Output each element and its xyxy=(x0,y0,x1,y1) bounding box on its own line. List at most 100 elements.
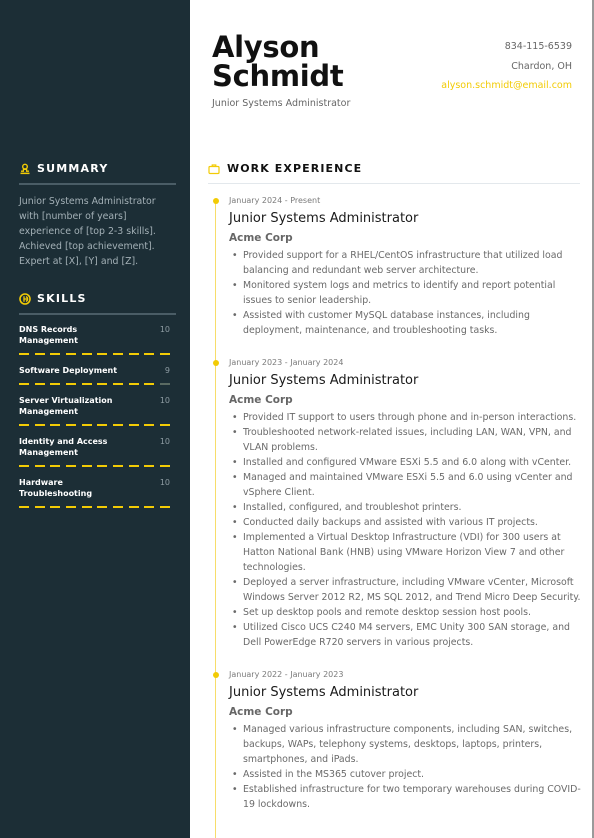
candidate-name: Alyson Schmidt xyxy=(212,33,344,91)
skill-level-segment-filled xyxy=(159,465,170,467)
skill-level-segment-filled xyxy=(128,353,139,355)
skills-badge-icon xyxy=(19,292,31,305)
skill-level-segment-filled xyxy=(144,424,155,426)
email-link[interactable]: alyson.schmidt@email.com xyxy=(441,76,572,96)
skill-name: Identity and Access Management xyxy=(19,437,108,457)
skill-level-segment-filled xyxy=(81,424,92,426)
timeline-dot xyxy=(212,360,219,366)
timeline-dot xyxy=(212,672,219,678)
skills-section-header: SKILLS xyxy=(19,292,176,315)
skill-level-segment-filled xyxy=(97,353,108,355)
skill-level-segment-filled xyxy=(128,424,139,426)
skill-level-segment-filled xyxy=(81,465,92,467)
skill-row: DNS Records Management 10 xyxy=(19,324,170,346)
skill-level-segment-filled xyxy=(19,383,29,385)
location: Chardon, OH xyxy=(511,60,572,72)
skill-row: Server Virtualization Management 10 xyxy=(19,395,170,417)
skill-level-segment-filled xyxy=(112,424,123,426)
job-bullet: Provided support for a RHEL/CentOS infra… xyxy=(232,248,583,278)
skill-level-bar xyxy=(19,383,170,385)
skill-score: 10 xyxy=(159,396,170,405)
skill-level-segment-filled xyxy=(65,353,76,355)
skill-level-segment-filled xyxy=(144,353,155,355)
skill-level-segment-filled xyxy=(65,383,76,385)
skill-item: Hardware Troubleshooting 10 xyxy=(19,477,170,508)
job-bullet: Implemented a Virtual Desktop Infrastruc… xyxy=(232,530,583,575)
skill-level-segment-filled xyxy=(65,424,76,426)
skill-level-segment-filled xyxy=(112,353,123,355)
job-bullets: Provided support for a RHEL/CentOS infra… xyxy=(229,248,584,338)
skill-item: Server Virtualization Management 10 xyxy=(19,395,170,426)
job-bullet: Utilized Cisco UCS C240 M4 servers, EMC … xyxy=(232,620,583,650)
work-experience-header: WORK EXPERIENCE xyxy=(208,162,580,184)
job-bullet: Set up desktop pools and remote desktop … xyxy=(232,605,583,620)
skill-level-segment-filled xyxy=(144,465,155,467)
job-company: Acme Corp xyxy=(229,232,293,244)
user-icon xyxy=(20,163,30,174)
skill-level-segment-filled xyxy=(144,383,155,385)
job-bullets: Provided IT support to users through pho… xyxy=(229,410,584,650)
job-title: Junior Systems Administrator xyxy=(229,373,419,388)
skill-level-segment-filled xyxy=(159,424,170,426)
skill-item: DNS Records Management 10 xyxy=(19,324,170,355)
job-entry: January 2023 - January 2024 Junior System… xyxy=(212,357,584,650)
skill-level-segment-filled xyxy=(112,506,123,508)
skill-level-segment-filled xyxy=(19,506,29,508)
skill-level-segment-filled xyxy=(128,465,139,467)
job-bullet: Installed and configured VMware ESXi 5.5… xyxy=(232,455,583,470)
work-experience-title: WORK EXPERIENCE xyxy=(227,162,363,175)
job-title: Junior Systems Administrator xyxy=(229,211,419,226)
skill-level-bar xyxy=(19,424,170,426)
job-bullet: Assisted in the MS365 cutover project. xyxy=(232,767,583,782)
skill-level-segment-filled xyxy=(50,383,61,385)
skill-level-segment-filled xyxy=(97,424,108,426)
job-title: Junior Systems Administrator xyxy=(229,685,419,700)
skill-level-bar xyxy=(19,465,170,467)
skill-row: Software Deployment 9 xyxy=(19,365,170,376)
job-bullet: Installed, configured, and troubleshot p… xyxy=(232,500,583,515)
skill-score: 10 xyxy=(159,437,170,446)
job-bullet: Managed and maintained VMware ESXi 5.5 a… xyxy=(232,470,583,500)
skill-row: Identity and Access Management 10 xyxy=(19,436,170,458)
skill-item: Identity and Access Management 10 xyxy=(19,436,170,467)
job-bullet: Assisted with customer MySQL database in… xyxy=(232,308,583,338)
skill-name: DNS Records Management xyxy=(19,325,78,345)
skill-level-segment-filled xyxy=(19,465,29,467)
skill-level-bar xyxy=(19,353,170,355)
job-date: January 2022 - January 2023 xyxy=(229,670,344,679)
job-bullet: Managed various infrastructure component… xyxy=(232,722,583,767)
skill-level-segment-filled xyxy=(34,465,45,467)
skill-level-segment-filled xyxy=(81,383,92,385)
job-bullet: Conducted daily backups and assisted wit… xyxy=(232,515,583,530)
skill-level-segment-filled xyxy=(65,465,76,467)
skill-level-segment-filled xyxy=(128,383,139,385)
skill-level-segment-filled xyxy=(112,465,123,467)
skill-score: 9 xyxy=(164,366,170,375)
skill-level-segment-filled xyxy=(97,506,108,508)
summary-section-header: SUMMARY xyxy=(19,162,176,185)
timeline-dot xyxy=(212,198,219,204)
skill-name: Server Virtualization Management xyxy=(19,396,113,416)
job-bullet: Deployed a server infrastructure, includ… xyxy=(232,575,583,605)
skills-list: DNS Records Management 10 Software Deploym… xyxy=(19,324,170,518)
skill-level-segment-filled xyxy=(19,353,29,355)
skill-score: 10 xyxy=(159,478,170,487)
job-bullet: Established infrastructure for two tempo… xyxy=(232,782,583,812)
skill-level-segment-filled xyxy=(65,506,76,508)
job-entry: January 2022 - January 2023 Junior System… xyxy=(212,669,584,812)
job-bullet: Monitored system logs and metrics to ide… xyxy=(232,278,583,308)
briefcase-icon xyxy=(208,163,220,174)
skill-level-segment-filled xyxy=(97,383,108,385)
skill-item: Software Deployment 9 xyxy=(19,365,170,385)
skill-level-segment-filled xyxy=(34,506,45,508)
skill-level-segment-filled xyxy=(34,353,45,355)
skill-level-segment-filled xyxy=(144,506,155,508)
job-bullets: Managed various infrastructure component… xyxy=(229,722,584,812)
skill-level-segment-filled xyxy=(97,465,108,467)
skill-level-bar xyxy=(19,506,170,508)
summary-title: SUMMARY xyxy=(37,162,109,175)
skill-level-segment-filled xyxy=(50,424,61,426)
skill-level-segment-filled xyxy=(128,506,139,508)
skill-score: 10 xyxy=(159,325,170,334)
skill-level-segment-filled xyxy=(50,465,61,467)
